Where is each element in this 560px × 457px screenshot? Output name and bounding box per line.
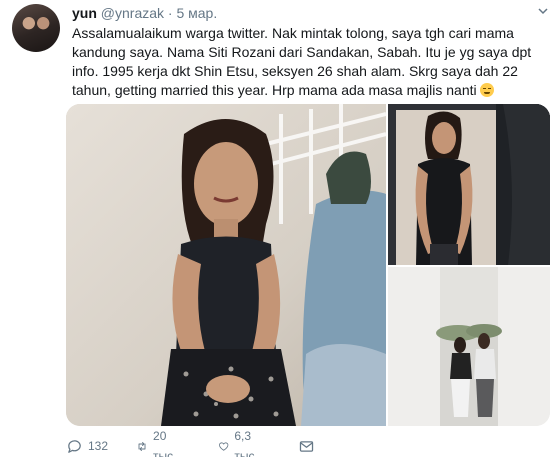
tweet-text-body: Assalamualaikum warga twitter. Nak minta… (72, 25, 532, 98)
avatar[interactable] (12, 4, 60, 52)
author-handle[interactable]: @ynrazak (101, 5, 164, 21)
like-action[interactable]: 6,3 тыс. (218, 429, 263, 457)
photo-main[interactable] (66, 104, 386, 426)
photo-main-image (66, 104, 386, 426)
tweet-text: Assalamualaikum warga twitter. Nak minta… (72, 24, 550, 100)
tweet-date[interactable]: 5 мар. (176, 5, 217, 21)
envelope-icon (299, 440, 314, 452)
photo-top-right-image (388, 104, 550, 265)
header-separator: · (167, 5, 173, 21)
author-name[interactable]: yun (72, 5, 97, 21)
photo-bottom-right[interactable] (388, 267, 550, 426)
reply-action[interactable]: 132 (66, 436, 108, 456)
chevron-down-icon[interactable] (538, 6, 548, 16)
like-count: 6,3 тыс. (234, 429, 258, 457)
retweet-count: 20 тыс. (153, 429, 177, 457)
retweet-icon (138, 441, 146, 451)
photo-top-right[interactable] (388, 104, 550, 265)
retweet-action[interactable]: 20 тыс. (136, 429, 181, 457)
reply-icon (68, 439, 81, 453)
heart-icon (219, 441, 229, 451)
tweet-media (66, 104, 550, 426)
relieved-face-emoji (479, 83, 494, 97)
photo-bottom-right-image (388, 267, 550, 426)
reply-count: 132 (88, 439, 109, 453)
dm-action[interactable] (298, 436, 315, 456)
tweet-header: yun @ynrazak · 5 мар. (72, 4, 217, 22)
